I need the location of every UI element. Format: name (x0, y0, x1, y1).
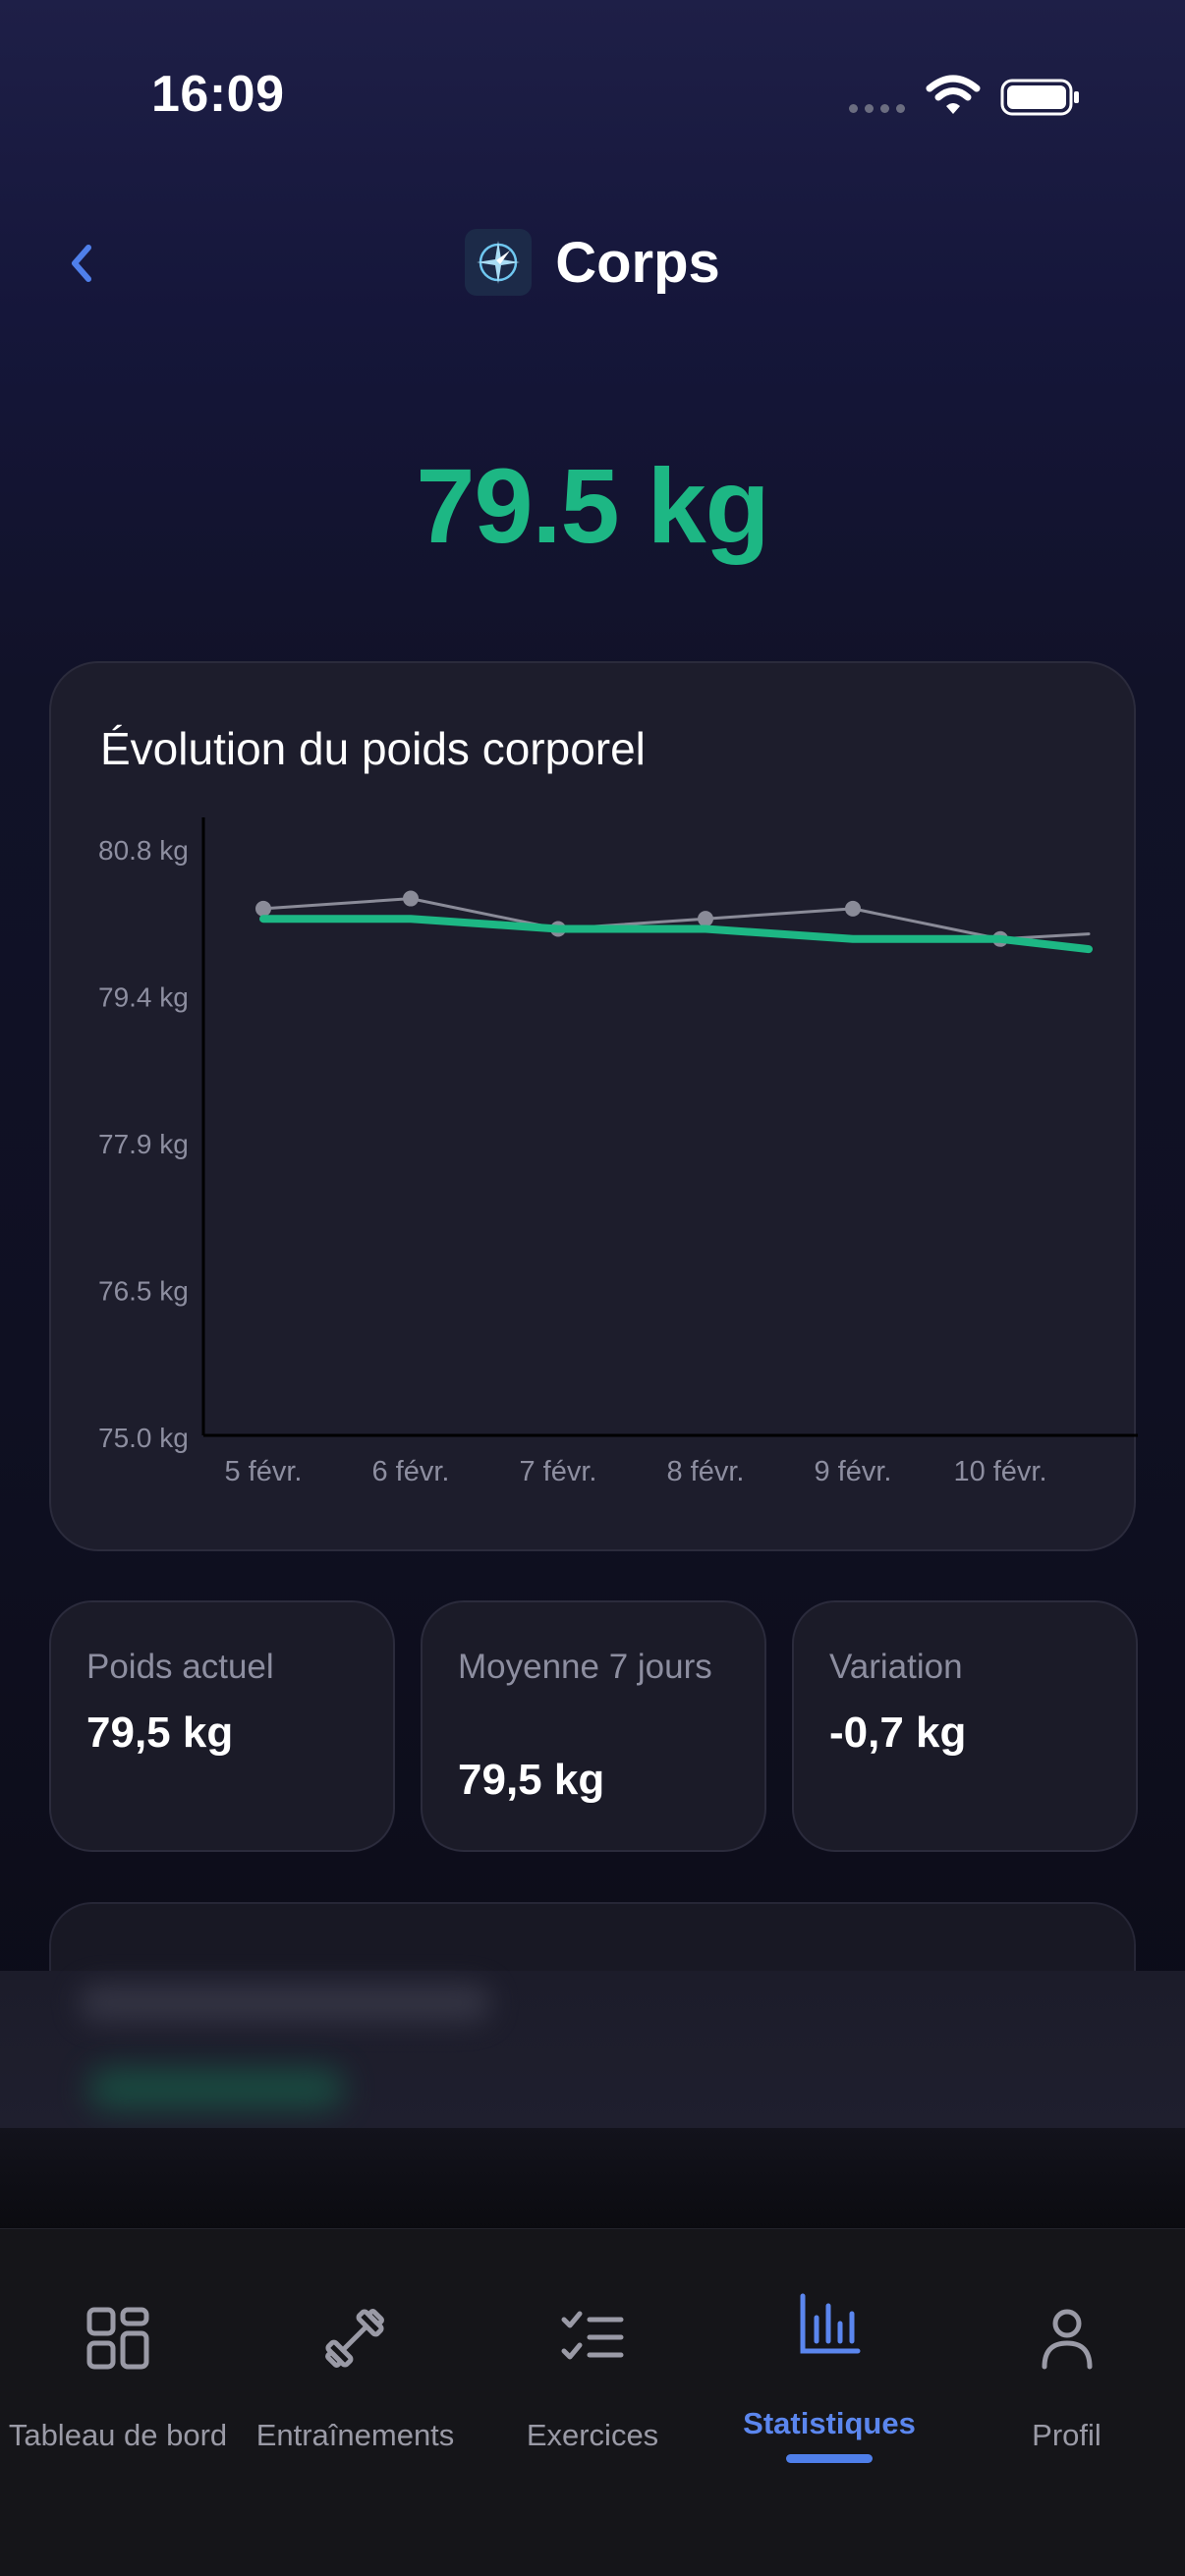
tab-profile[interactable]: Profil (948, 2229, 1185, 2485)
y-tick-label: 77.9 kg (98, 1129, 189, 1159)
y-tick-label: 80.8 kg (98, 835, 189, 866)
title-group: Corps (0, 226, 1185, 299)
tab-bar: Tableau de bord Entraînements Exercices (0, 2228, 1185, 2576)
dashboard-grid-icon (86, 2307, 149, 2370)
stat-card-7day-average: Moyenne 7 jours 79,5 kg (421, 1600, 766, 1852)
tab-workouts[interactable]: Entraînements (236, 2229, 475, 2485)
data-point (403, 890, 419, 907)
current-weight-display: 79.5 kg (416, 446, 769, 565)
data-point (255, 900, 271, 917)
stat-value: -0,7 kg (829, 1708, 967, 1757)
y-tick-label: 76.5 kg (98, 1276, 189, 1307)
tab-label: Exercices (526, 2418, 659, 2452)
x-tick-label: 8 févr. (667, 1456, 745, 1487)
x-tick-label: 9 févr. (815, 1456, 892, 1487)
tab-dashboard[interactable]: Tableau de bord (0, 2229, 236, 2485)
data-point (845, 900, 861, 917)
stat-label: Variation (829, 1648, 963, 1686)
stat-label: Moyenne 7 jours (458, 1648, 712, 1686)
tab-label: Profil (1032, 2418, 1101, 2452)
page-title: Corps (555, 230, 720, 295)
weight-line-chart: 75.0 kg 76.5 kg 77.9 kg 79.4 kg 80.8 kg 5 fév… (98, 817, 1138, 1487)
y-tick-label: 79.4 kg (98, 982, 189, 1013)
tab-label: Entraînements (255, 2418, 455, 2452)
stat-value: 79,5 kg (458, 1756, 605, 1804)
tab-label: Statistiques (743, 2406, 916, 2440)
stat-label: Poids actuel (86, 1648, 274, 1686)
blur-overlay (0, 1971, 1185, 2128)
bar-chart-icon (800, 2293, 861, 2354)
x-tick-label: 6 févr. (372, 1456, 450, 1487)
compass-icon (465, 229, 533, 296)
tab-exercises[interactable]: Exercices (475, 2229, 710, 2485)
status-time: 16:09 (151, 66, 285, 123)
active-tab-indicator (786, 2454, 873, 2463)
nav-header: Corps (0, 206, 1185, 314)
cellular-signal-icon (849, 104, 905, 113)
trend-line (259, 915, 1093, 954)
fade-band (0, 2128, 1185, 2230)
status-bar: 16:09 (0, 0, 1185, 187)
y-tick-label: 75.0 kg (98, 1423, 189, 1453)
wifi-icon (926, 75, 981, 114)
data-point (698, 911, 713, 927)
tab-statistics[interactable]: Statistiques (710, 2229, 948, 2485)
battery-icon (1000, 79, 1079, 116)
person-icon (1042, 2309, 1093, 2370)
stat-card-current-weight: Poids actuel 79,5 kg (49, 1600, 395, 1852)
checklist-icon (561, 2311, 624, 2360)
x-tick-label: 7 févr. (520, 1456, 597, 1487)
tab-label: Tableau de bord (8, 2418, 228, 2452)
stat-card-variation: Variation -0,7 kg (792, 1600, 1138, 1852)
x-tick-label: 10 févr. (953, 1456, 1046, 1487)
dumbbell-icon (325, 2309, 384, 2368)
x-tick-label: 5 févr. (225, 1456, 303, 1487)
weight-chart-card: Évolution du poids corporel 75.0 kg 76.5 … (49, 661, 1138, 1551)
stat-value: 79,5 kg (86, 1708, 234, 1757)
